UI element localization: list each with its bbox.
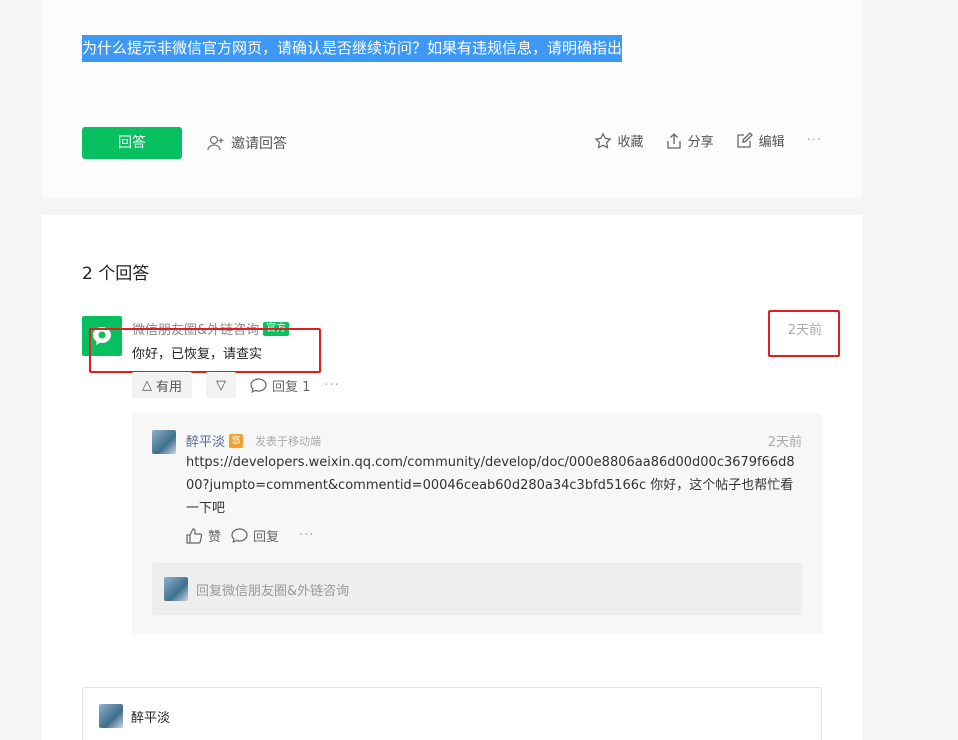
question-actions: 收藏 分享 编辑 ··· bbox=[594, 131, 822, 150]
reply-author-name[interactable]: 醉平淡 bbox=[186, 431, 225, 450]
like-button[interactable]: 赞 bbox=[186, 526, 221, 545]
useful-label: 有用 bbox=[156, 379, 183, 395]
reply-actions: 赞 回复 ··· bbox=[186, 526, 314, 545]
reply-source: 发表于移动端 bbox=[255, 434, 322, 448]
share-icon bbox=[666, 132, 681, 149]
edit-button[interactable]: 编辑 bbox=[736, 131, 785, 150]
favorite-button[interactable]: 收藏 bbox=[594, 131, 644, 150]
answer-actions: △ 有用 ▽ 回复 1 ··· bbox=[132, 372, 340, 398]
triangle-down-icon: ▽ bbox=[216, 377, 227, 393]
reply-text: https://developers.weixin.qq.com/communi… bbox=[186, 455, 795, 516]
reply-author-avatar[interactable] bbox=[152, 430, 176, 454]
edit-icon bbox=[736, 132, 753, 148]
reply-reply-button[interactable]: 回复 bbox=[231, 526, 279, 545]
answer-more-button[interactable]: ··· bbox=[324, 378, 339, 393]
reply-thread: 醉平淡 悠 发表于移动端 2天前 https://developers.weix… bbox=[132, 413, 822, 634]
thumbs-up-icon bbox=[186, 527, 203, 544]
edit-label: 编辑 bbox=[758, 135, 785, 150]
answers-card: 2 个回答 微信朋友圈&外链咨询 官方 你好，已恢复，请查实 2天前 △ 有用 … bbox=[42, 215, 862, 740]
answer-composer[interactable]: 醉平淡 bbox=[82, 687, 822, 740]
like-label: 赞 bbox=[208, 530, 222, 545]
composer-user-name: 醉平淡 bbox=[131, 710, 171, 726]
share-button[interactable]: 分享 bbox=[666, 131, 714, 150]
annotation-box-answer bbox=[89, 328, 321, 373]
answer-reply-button[interactable]: 回复 1 bbox=[250, 376, 310, 395]
invite-label: 邀请回答 bbox=[231, 136, 287, 152]
reply-reply-label: 回复 bbox=[253, 530, 280, 545]
current-user-avatar bbox=[164, 577, 188, 601]
reply-input-placeholder: 回复微信朋友圈&外链咨询 bbox=[196, 583, 350, 599]
reply-input[interactable]: 回复微信朋友圈&外链咨询 bbox=[152, 563, 802, 615]
reply-more-button[interactable]: ··· bbox=[299, 528, 314, 543]
useful-button[interactable]: △ 有用 bbox=[132, 372, 193, 398]
annotation-box-time bbox=[768, 310, 840, 357]
user-level-badge: 悠 bbox=[229, 433, 244, 448]
comment-icon bbox=[231, 528, 248, 543]
composer-user: 醉平淡 bbox=[99, 704, 170, 728]
invite-user-icon bbox=[207, 135, 224, 151]
more-options-button[interactable]: ··· bbox=[807, 133, 822, 148]
triangle-up-icon: △ bbox=[142, 377, 152, 393]
not-useful-button[interactable]: ▽ bbox=[206, 372, 237, 398]
answer-count: 2 个回答 bbox=[82, 264, 150, 284]
answer-reply-label: 回复 1 bbox=[272, 379, 311, 395]
answer-button[interactable]: 回答 bbox=[82, 127, 182, 159]
favorite-label: 收藏 bbox=[617, 135, 644, 150]
invite-answer-button[interactable]: 邀请回答 bbox=[207, 133, 287, 153]
reply-author: 醉平淡 悠 发表于移动端 bbox=[186, 431, 321, 450]
question-card: 为什么提示非微信官方网页，请确认是否继续访问？如果有违规信息，请明确指出 回答 … bbox=[42, 0, 862, 198]
comment-icon bbox=[250, 377, 267, 393]
reply-time: 2天前 bbox=[767, 435, 802, 450]
star-icon bbox=[594, 131, 612, 149]
question-title: 为什么提示非微信官方网页，请确认是否继续访问？如果有违规信息，请明确指出 bbox=[82, 35, 623, 62]
share-label: 分享 bbox=[687, 135, 714, 150]
composer-avatar bbox=[99, 704, 123, 728]
